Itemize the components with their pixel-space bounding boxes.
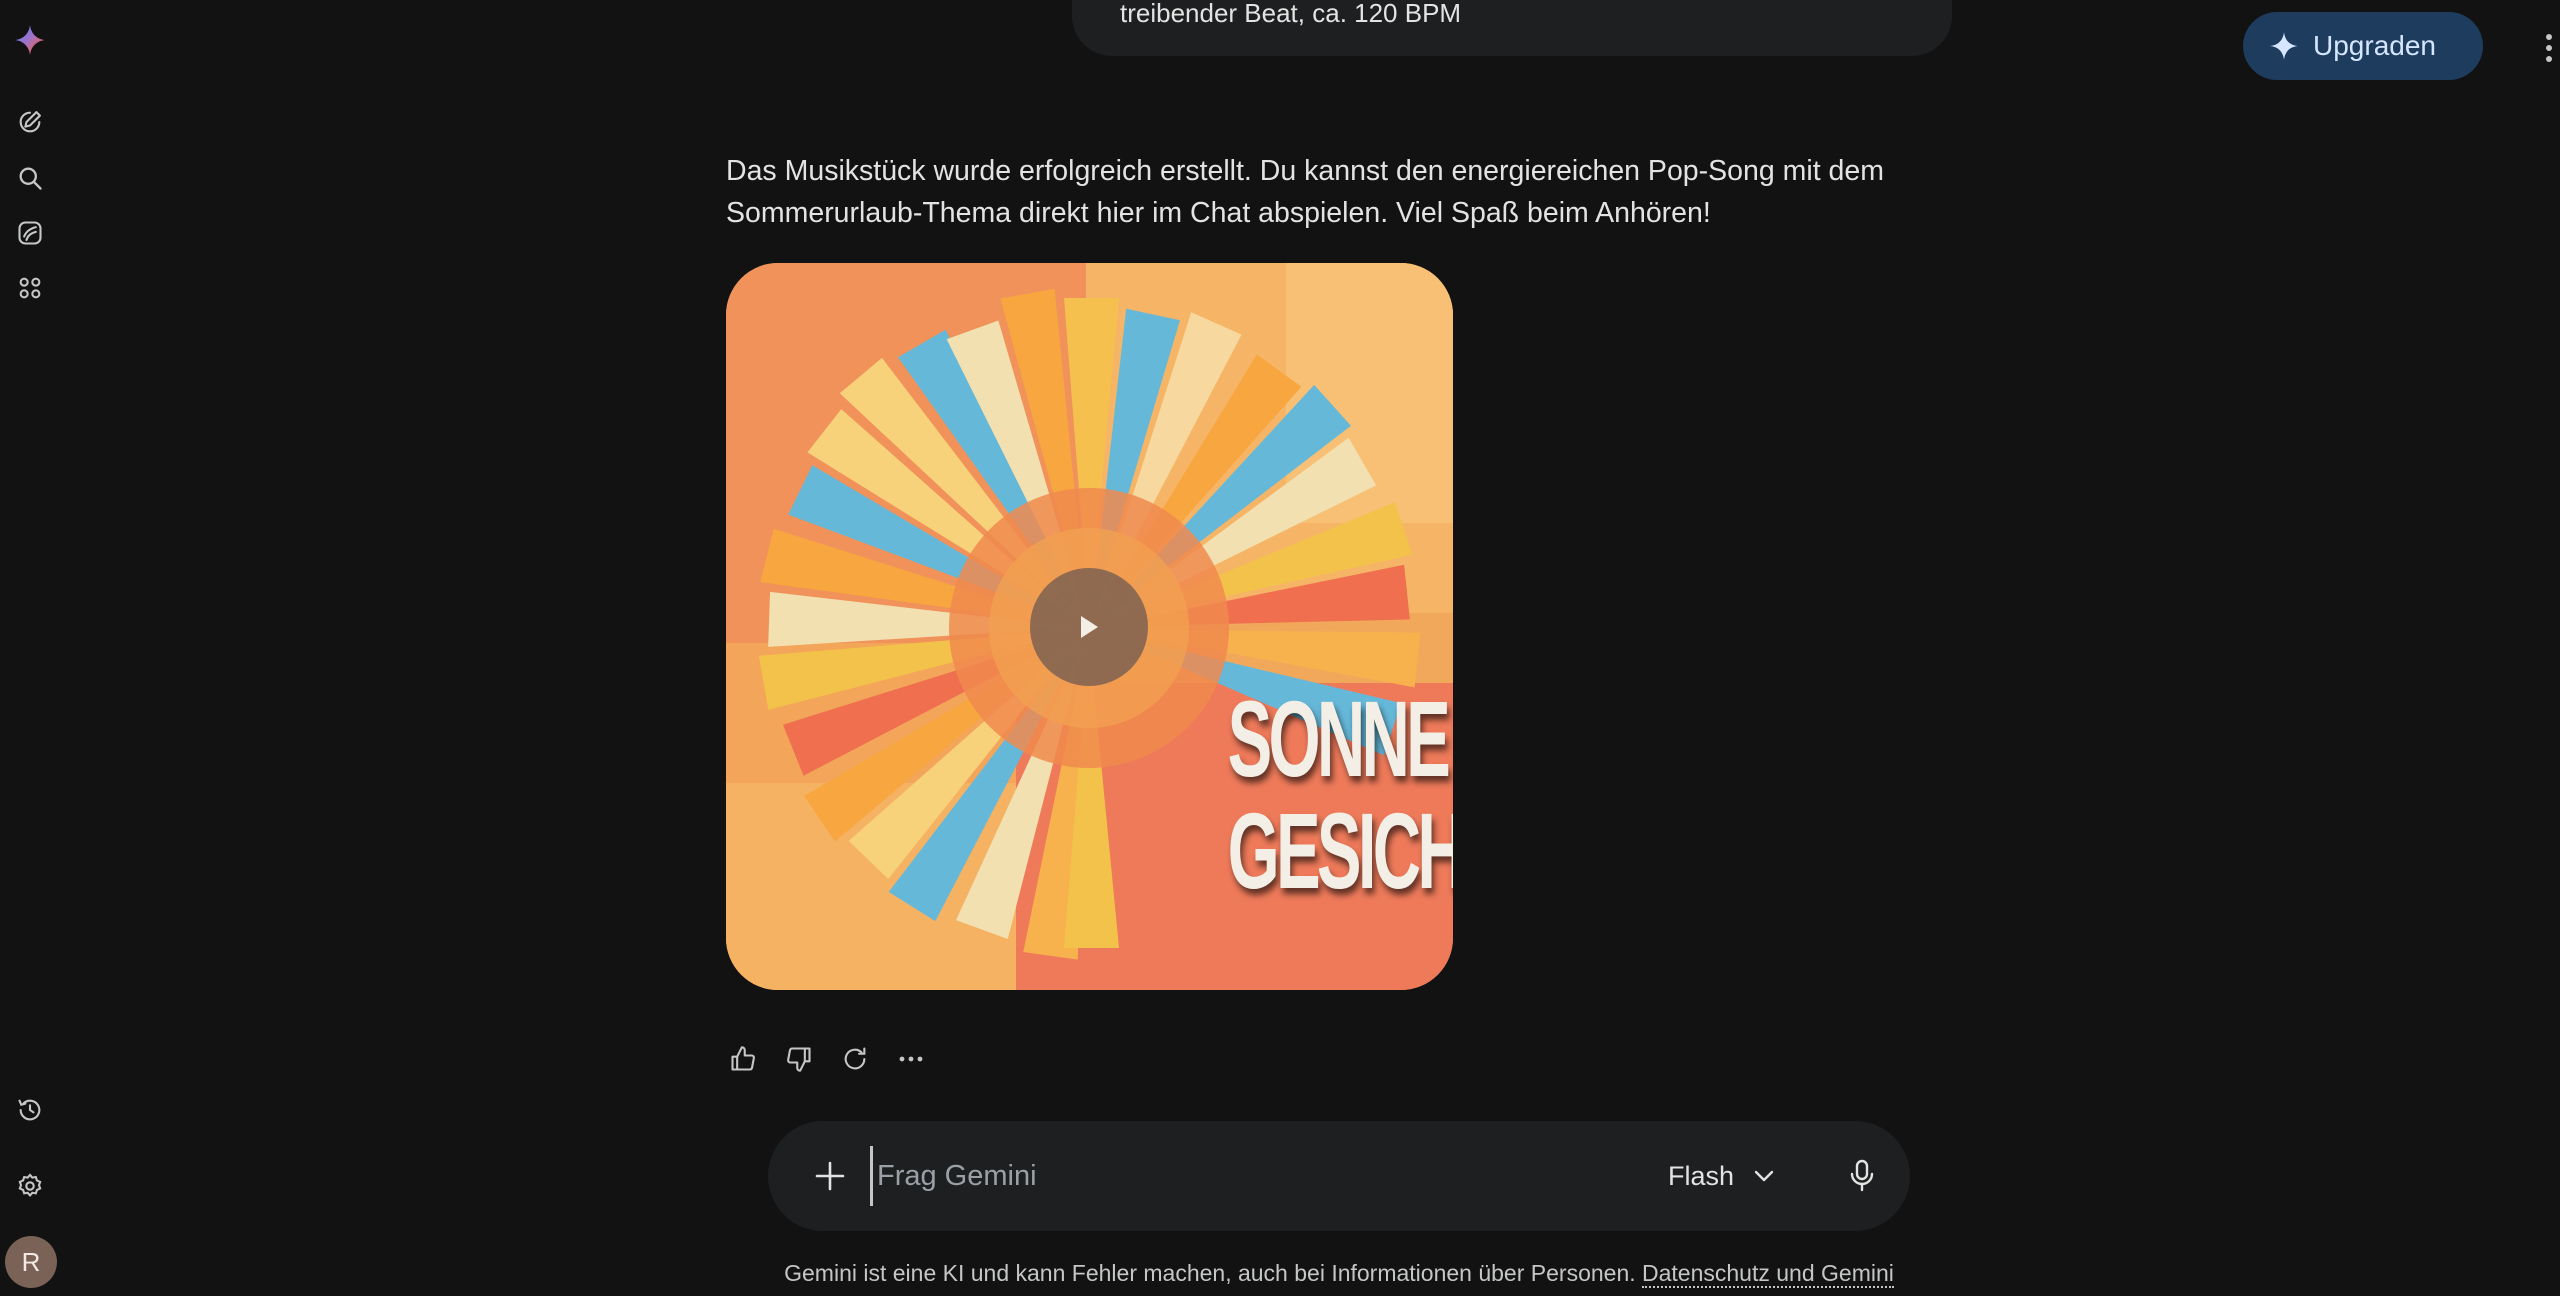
disclaimer: Gemini ist eine KI und kann Fehler mache… xyxy=(0,1260,2560,1288)
apps-icon[interactable] xyxy=(14,272,46,304)
song-cover-player[interactable]: SONNE IM GESICHT xyxy=(726,263,1453,990)
user-prompt-bubble: treibender Beat, ca. 120 BPM xyxy=(1072,0,1952,56)
thumbs-up-icon[interactable] xyxy=(722,1038,764,1080)
play-button[interactable] xyxy=(1030,568,1148,686)
add-file-icon[interactable] xyxy=(808,1154,852,1198)
album-title: SONNE IM GESICHT xyxy=(1227,678,1453,911)
model-label: Flash xyxy=(1668,1160,1735,1191)
prompt-input[interactable] xyxy=(870,1146,1410,1206)
gemini-logo-icon[interactable] xyxy=(14,24,46,56)
model-selector[interactable]: Flash xyxy=(1668,1151,1774,1201)
response-text: Das Musikstück wurde erfolgreich erstell… xyxy=(726,155,1884,229)
activity-history-icon[interactable] xyxy=(14,1094,46,1126)
settings-icon[interactable] xyxy=(14,1170,46,1202)
gems-icon[interactable] xyxy=(14,217,46,249)
thumbs-down-icon[interactable] xyxy=(778,1038,820,1080)
play-icon xyxy=(1081,616,1098,638)
privacy-link[interactable]: Datenschutz und Gemini xyxy=(1642,1260,1894,1288)
album-title-line2: GESICHT xyxy=(1227,790,1453,911)
disclaimer-text: Gemini ist eine KI und kann Fehler mache… xyxy=(784,1260,1636,1286)
more-options-icon[interactable] xyxy=(2538,28,2560,68)
new-chat-icon[interactable] xyxy=(14,106,46,138)
more-horiz-icon[interactable] xyxy=(890,1038,932,1080)
response-actions xyxy=(722,1038,932,1080)
regenerate-icon[interactable] xyxy=(834,1038,876,1080)
prompt-composer: Flash xyxy=(768,1121,1910,1231)
upgrade-button[interactable]: Upgraden xyxy=(2243,12,2483,80)
chevron-down-icon xyxy=(1754,1170,1774,1182)
user-prompt-text: treibender Beat, ca. 120 BPM xyxy=(1120,0,1462,28)
album-title-line1: SONNE IM xyxy=(1227,678,1453,799)
upgrade-label: Upgraden xyxy=(2313,30,2436,61)
search-icon[interactable] xyxy=(14,162,46,194)
sparkle-icon xyxy=(2270,32,2298,60)
microphone-icon[interactable] xyxy=(1840,1154,1884,1198)
sidebar: R xyxy=(0,0,62,1296)
